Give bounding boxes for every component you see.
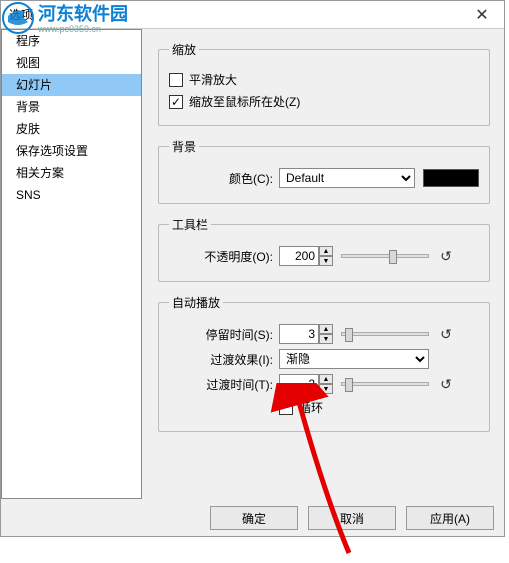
smooth-zoom-label: 平滑放大 [189, 71, 237, 88]
opacity-slider-thumb[interactable] [389, 250, 397, 264]
sidebar-item-sns[interactable]: SNS [2, 184, 141, 206]
group-zoom: 缩放 平滑放大 缩放至鼠标所在处(Z) [158, 41, 490, 126]
sidebar-item-related[interactable]: 相关方案 [2, 162, 141, 184]
dwell-reset-icon[interactable]: ↺ [439, 327, 453, 341]
duration-reset-icon[interactable]: ↺ [439, 377, 453, 391]
cancel-button[interactable]: 取消 [308, 506, 396, 530]
smooth-zoom-checkbox[interactable] [169, 73, 183, 87]
sidebar-item-skin[interactable]: 皮肤 [2, 118, 141, 140]
duration-label: 过渡时间(T): [169, 376, 279, 393]
duration-slider[interactable] [341, 376, 429, 392]
opacity-down-icon[interactable]: ▼ [319, 256, 333, 266]
zoom-cursor-checkbox[interactable] [169, 95, 183, 109]
close-icon: ✕ [475, 5, 488, 25]
duration-slider-thumb[interactable] [345, 378, 353, 392]
duration-spinner[interactable]: ▲ ▼ [279, 374, 333, 394]
group-toolbar-legend: 工具栏 [169, 216, 211, 233]
close-button[interactable]: ✕ [466, 4, 498, 26]
titlebar: 选项 ✕ [1, 1, 504, 29]
sidebar-item-save-options[interactable]: 保存选项设置 [2, 140, 141, 162]
dwell-up-icon[interactable]: ▲ [319, 324, 333, 334]
zoom-cursor-label: 缩放至鼠标所在处(Z) [189, 93, 300, 110]
bg-color-select[interactable]: Default [279, 168, 415, 188]
dialog-title: 选项 [9, 6, 33, 23]
opacity-up-icon[interactable]: ▲ [319, 246, 333, 256]
group-toolbar: 工具栏 不透明度(O): ▲ ▼ ↺ [158, 216, 490, 282]
loop-checkbox[interactable] [279, 401, 293, 415]
settings-panel: 缩放 平滑放大 缩放至鼠标所在处(Z) 背景 颜色(C): Default [142, 29, 504, 499]
sidebar-item-view[interactable]: 视图 [2, 52, 141, 74]
sidebar-item-slideshow[interactable]: 幻灯片 [2, 74, 141, 96]
dwell-label: 停留时间(S): [169, 326, 279, 343]
group-background-legend: 背景 [169, 138, 199, 155]
dwell-input[interactable] [279, 324, 319, 344]
opacity-spinner[interactable]: ▲ ▼ [279, 246, 333, 266]
opacity-reset-icon[interactable]: ↺ [439, 249, 453, 263]
category-sidebar: 程序 视图 幻灯片 背景 皮肤 保存选项设置 相关方案 SNS [1, 29, 142, 499]
opacity-label: 不透明度(O): [169, 248, 279, 265]
ok-button[interactable]: 确定 [210, 506, 298, 530]
dwell-slider-thumb[interactable] [345, 328, 353, 342]
options-dialog: 选项 ✕ 程序 视图 幻灯片 背景 皮肤 保存选项设置 相关方案 SNS 缩放 … [0, 0, 505, 537]
dwell-slider[interactable] [341, 326, 429, 342]
effect-label: 过渡效果(I): [169, 351, 279, 368]
dwell-spinner[interactable]: ▲ ▼ [279, 324, 333, 344]
sidebar-item-program[interactable]: 程序 [2, 30, 141, 52]
group-background: 背景 颜色(C): Default [158, 138, 490, 204]
loop-label: 循环 [299, 399, 323, 416]
duration-up-icon[interactable]: ▲ [319, 374, 333, 384]
group-zoom-legend: 缩放 [169, 41, 199, 58]
sidebar-item-background[interactable]: 背景 [2, 96, 141, 118]
apply-button[interactable]: 应用(A) [406, 506, 494, 530]
dwell-down-icon[interactable]: ▼ [319, 334, 333, 344]
group-autoplay: 自动播放 停留时间(S): ▲ ▼ ↺ [158, 294, 490, 432]
duration-input[interactable] [279, 374, 319, 394]
dialog-buttons: 确定 取消 应用(A) [210, 506, 494, 530]
opacity-input[interactable] [279, 246, 319, 266]
bg-color-label: 颜色(C): [169, 170, 279, 187]
opacity-slider[interactable] [341, 248, 429, 264]
group-autoplay-legend: 自动播放 [169, 294, 223, 311]
effect-select[interactable]: 渐隐 [279, 349, 429, 369]
duration-down-icon[interactable]: ▼ [319, 384, 333, 394]
bg-color-swatch[interactable] [423, 169, 479, 187]
